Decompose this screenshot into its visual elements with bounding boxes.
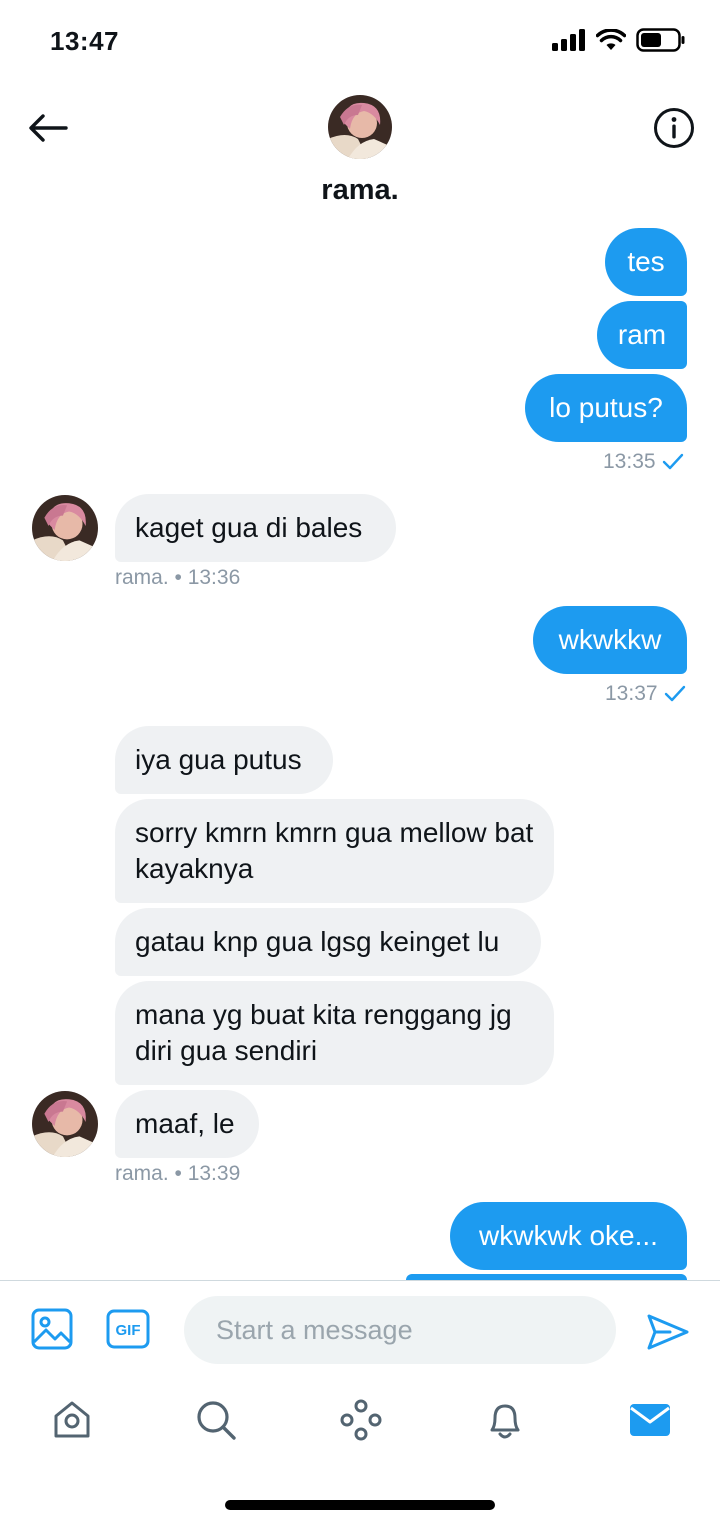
sent-message[interactable]: tes bbox=[605, 228, 687, 296]
send-icon bbox=[647, 1314, 689, 1350]
back-arrow-icon bbox=[29, 114, 68, 142]
received-message[interactable]: kaget gua di bales bbox=[115, 494, 396, 562]
message-meta: 13:35 bbox=[603, 450, 684, 474]
mail-icon bbox=[630, 1404, 670, 1436]
search-icon bbox=[197, 1401, 236, 1440]
gif-icon: GIF bbox=[106, 1309, 150, 1349]
received-message[interactable]: sorry kmrn kmrn gua mellow bat kayaknya bbox=[115, 799, 554, 903]
sent-message[interactable]: wkwkwk oke... bbox=[450, 1202, 687, 1270]
back-button[interactable] bbox=[26, 106, 70, 150]
tab-spaces[interactable] bbox=[337, 1396, 385, 1444]
checkmark-icon bbox=[664, 685, 685, 702]
home-indicator bbox=[225, 1500, 495, 1510]
sent-message[interactable]: ram bbox=[597, 301, 687, 369]
tab-search[interactable] bbox=[192, 1396, 240, 1444]
bell-icon bbox=[490, 1404, 520, 1439]
checkmark-icon bbox=[662, 453, 683, 470]
tab-home[interactable] bbox=[48, 1396, 96, 1444]
add-gif-button[interactable]: GIF bbox=[106, 1307, 150, 1351]
sent-message[interactable]: wkwkkw bbox=[533, 606, 687, 674]
signal-icon bbox=[552, 29, 586, 56]
message-meta: rama. • 13:39 bbox=[115, 1162, 241, 1185]
send-button[interactable] bbox=[644, 1308, 692, 1356]
received-message[interactable]: gatau knp gua lgsg keinget lu bbox=[115, 908, 541, 976]
gif-label: GIF bbox=[116, 1322, 141, 1339]
received-message[interactable]: iya gua putus bbox=[115, 726, 333, 794]
info-button[interactable] bbox=[652, 106, 696, 150]
contact-avatar[interactable] bbox=[328, 95, 392, 159]
add-image-button[interactable] bbox=[30, 1307, 74, 1351]
composer-divider bbox=[0, 1280, 720, 1281]
info-icon bbox=[654, 108, 694, 148]
message-meta: 13:37 bbox=[605, 682, 686, 706]
home-icon bbox=[54, 1401, 90, 1438]
message-time: 13:35 bbox=[603, 450, 656, 473]
image-icon bbox=[31, 1308, 73, 1350]
received-message[interactable]: maaf, le bbox=[115, 1090, 259, 1158]
spaces-icon bbox=[340, 1399, 382, 1441]
battery-icon bbox=[636, 28, 686, 57]
status-time: 13:47 bbox=[50, 26, 119, 56]
sent-message[interactable]: lo putus? bbox=[525, 374, 687, 442]
contact-name[interactable]: rama. bbox=[0, 174, 720, 207]
status-icons bbox=[552, 28, 686, 57]
message-time: 13:37 bbox=[605, 682, 658, 705]
received-message[interactable]: mana yg buat kita renggang jg diri gua s… bbox=[115, 981, 554, 1085]
tab-messages[interactable] bbox=[626, 1396, 674, 1444]
sender-avatar[interactable] bbox=[32, 495, 98, 561]
message-input[interactable] bbox=[184, 1296, 616, 1364]
wifi-icon bbox=[595, 28, 627, 56]
message-meta: rama. • 13:36 bbox=[115, 566, 241, 589]
tab-notifications[interactable] bbox=[481, 1396, 529, 1444]
sender-avatar[interactable] bbox=[32, 1091, 98, 1157]
